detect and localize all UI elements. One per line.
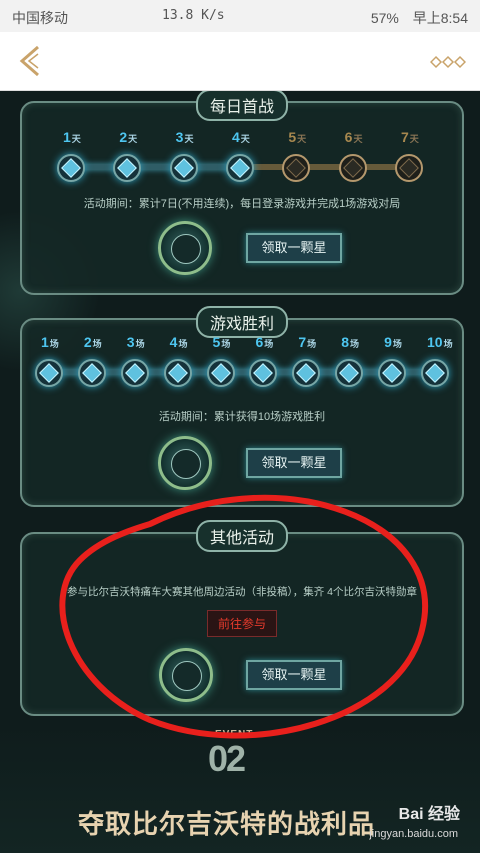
day-node — [395, 154, 423, 182]
gem-icon — [39, 363, 59, 383]
other-activities-panel: 其他活动 参与比尔吉沃特痛车大赛其他周边活动（非投稿），集齐 4个比尔吉沃特勋章… — [20, 520, 464, 716]
win-count-label: 8场 — [341, 334, 360, 350]
win-node — [163, 359, 192, 387]
win-count-label: 1场 — [41, 334, 59, 350]
day-label: 7天 — [401, 129, 419, 145]
gem-icon — [253, 363, 274, 383]
win-node — [335, 359, 364, 387]
gem-icon — [173, 158, 194, 178]
chevron-left-icon[interactable] — [16, 44, 46, 78]
status-bar: 中国移动 13.8 K/s 57% 早上8:54 — [0, 0, 480, 32]
win-node — [421, 359, 449, 387]
medal-icon — [158, 436, 212, 490]
win-count-label: 4场 — [169, 334, 188, 350]
day-node — [169, 154, 198, 182]
day-label: 1天 — [63, 129, 81, 145]
day-label: 3天 — [175, 129, 194, 145]
win-count-label: 10场 — [427, 334, 453, 350]
gem-icon — [210, 363, 231, 383]
status-right: 57% 早上8:54 — [371, 8, 468, 28]
daily-battle-panel: 每日首战 1天 2天 3天 4天 5天 6天 7天 活动期间：累计7日(不用连续)，每日登录… — [20, 91, 464, 295]
day-node — [282, 154, 311, 182]
gem-icon — [117, 158, 138, 178]
gem-icon — [167, 363, 188, 383]
gem-icon — [286, 158, 307, 178]
gem-icon — [342, 158, 363, 178]
gem-icon — [296, 363, 317, 383]
gem-icon — [382, 363, 403, 383]
watermark-url: jingyan.baidu.com — [369, 828, 458, 840]
more-icon[interactable] — [430, 54, 466, 70]
panel-title: 每日首战 — [195, 91, 289, 121]
claim-star-button[interactable]: 领取一颗星 — [246, 660, 342, 690]
daily-info-text: 活动期间：累计7日(不用连续)，每日登录游戏并完成1场游戏对局 — [83, 198, 401, 210]
day-label: 6天 — [344, 129, 363, 145]
day-node — [338, 154, 367, 182]
other-info-text: 参与比尔吉沃特痛车大赛其他周边活动（非投稿），集齐 4个比尔吉沃特勋章 — [66, 586, 417, 598]
baidu-watermark: Bai 经验 — [398, 806, 460, 823]
medal-icon — [159, 648, 213, 702]
gem-icon — [230, 158, 250, 178]
gem-icon — [339, 363, 360, 383]
day-label: 5天 — [288, 129, 307, 145]
day-node — [57, 154, 85, 182]
gem-icon — [425, 363, 445, 383]
event-number: 02 — [208, 738, 246, 779]
app-bar — [0, 32, 480, 91]
clock: 早上8:54 — [412, 10, 468, 26]
medal-icon — [158, 221, 212, 275]
win-count-label: 2场 — [83, 334, 102, 350]
gem-icon — [81, 363, 102, 383]
day-label: 4天 — [232, 129, 250, 145]
gem-icon — [124, 363, 145, 383]
claim-star-button[interactable]: 领取一颗星 — [246, 233, 342, 263]
activity-content[interactable]: 每日首战 1天 2天 3天 4天 5天 6天 7天 活动期间：累计7日(不用连续)，每日登录… — [0, 91, 480, 853]
win-count-label: 6场 — [255, 334, 274, 350]
win-node — [206, 359, 235, 387]
panel-title: 游戏胜利 — [195, 306, 289, 338]
event-title: 夺取比尔吉沃特的战利品 — [78, 809, 376, 839]
win-node — [378, 359, 407, 387]
day-node — [113, 154, 142, 182]
panel-title: 其他活动 — [195, 520, 289, 552]
day-label: 2天 — [119, 129, 138, 145]
game-win-panel: 游戏胜利 1场 2场 3场 4场 5场 6场 7场 8场 9场 10场 活动期间：累计获得10场游… — [20, 306, 464, 507]
win-node — [120, 359, 149, 387]
go-participate-button[interactable]: 前往参与 — [207, 610, 278, 637]
win-node — [77, 359, 106, 387]
wins-info-text: 活动期间：累计获得10场游戏胜利 — [158, 411, 326, 423]
gem-icon — [399, 158, 419, 178]
day-node — [226, 154, 254, 182]
win-count-label: 7场 — [298, 334, 317, 350]
carrier-label: 中国移动 — [12, 10, 68, 26]
network-speed: 13.8 K/s — [162, 8, 225, 23]
win-node — [35, 359, 63, 387]
claim-star-button[interactable]: 领取一颗星 — [246, 448, 342, 478]
gem-icon — [61, 158, 81, 178]
battery-label: 57% — [370, 10, 399, 26]
win-count-label: 3场 — [126, 334, 145, 350]
win-node — [249, 359, 278, 387]
win-count-label: 9场 — [384, 334, 402, 350]
win-count-label: 5场 — [212, 334, 231, 350]
win-node — [292, 359, 321, 387]
